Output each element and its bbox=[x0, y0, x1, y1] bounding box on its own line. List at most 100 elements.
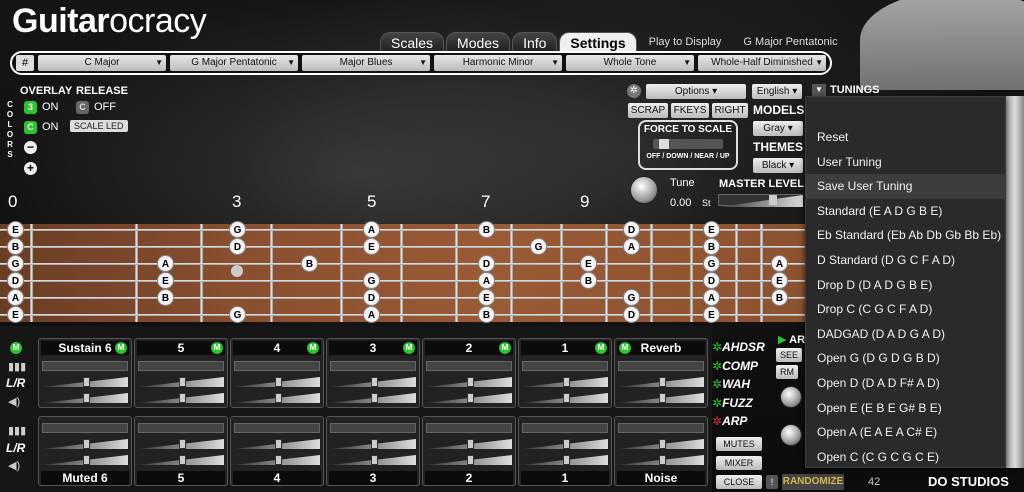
release-toggle-button[interactable]: C bbox=[76, 101, 89, 114]
tab-settings[interactable]: Settings bbox=[559, 32, 637, 52]
note-marker[interactable]: B bbox=[7, 238, 24, 255]
slider-thumb[interactable] bbox=[275, 393, 282, 403]
slider-thumb[interactable] bbox=[769, 195, 777, 205]
note-marker[interactable]: D bbox=[229, 238, 246, 255]
color-toggle-button[interactable]: C bbox=[24, 121, 37, 134]
force-to-scale-slider[interactable] bbox=[653, 139, 723, 149]
note-marker[interactable]: B bbox=[478, 306, 495, 323]
sharp-toggle-button[interactable]: # bbox=[16, 55, 34, 71]
note-marker[interactable]: B bbox=[157, 289, 174, 306]
scale-dropdown-6[interactable]: Whole-Half Diminished ▼ bbox=[698, 55, 826, 71]
language-dropdown[interactable]: English ▾ bbox=[752, 84, 802, 99]
slider-thumb[interactable] bbox=[83, 455, 90, 465]
slider-thumb[interactable] bbox=[659, 377, 666, 387]
slider-thumb[interactable] bbox=[467, 455, 474, 465]
slider-thumb[interactable] bbox=[83, 439, 90, 449]
note-marker[interactable]: B bbox=[301, 255, 318, 272]
fx-comp[interactable]: ✲COMP bbox=[712, 359, 758, 373]
slider-thumb[interactable] bbox=[371, 455, 378, 465]
note-marker[interactable]: A bbox=[771, 255, 788, 272]
note-marker[interactable]: B bbox=[478, 221, 495, 238]
note-marker[interactable]: E bbox=[771, 272, 788, 289]
scale-dropdown-3[interactable]: Major Blues ▼ bbox=[302, 55, 430, 71]
note-marker[interactable]: E bbox=[157, 272, 174, 289]
slider-thumb[interactable] bbox=[179, 455, 186, 465]
note-marker[interactable]: B bbox=[771, 289, 788, 306]
scale-dropdown-5[interactable]: Whole Tone ▼ bbox=[566, 55, 694, 71]
menu-item-drop-d[interactable]: Drop D (D A D G B E) bbox=[806, 273, 1005, 298]
note-marker[interactable]: D bbox=[7, 272, 24, 289]
fretboard[interactable] bbox=[0, 224, 810, 322]
menu-item-user-tuning[interactable]: User Tuning bbox=[806, 150, 1005, 175]
channel-mute-button[interactable]: M bbox=[403, 342, 415, 354]
knob[interactable] bbox=[780, 386, 802, 408]
menu-item-save-user-tuning[interactable]: Save User Tuning bbox=[806, 174, 1005, 199]
note-marker[interactable]: E bbox=[363, 238, 380, 255]
right-button[interactable]: RIGHT bbox=[712, 103, 748, 118]
slider-thumb[interactable] bbox=[83, 377, 90, 387]
slider-thumb[interactable] bbox=[83, 393, 90, 403]
menu-item-d-standard[interactable]: D Standard (D G C F A D) bbox=[806, 248, 1005, 273]
randomize-button[interactable]: RANDOMIZE bbox=[782, 474, 844, 490]
slider-thumb[interactable] bbox=[563, 439, 570, 449]
menu-item-eb-standard[interactable]: Eb Standard (Eb Ab Db Gb Bb Eb) bbox=[806, 223, 1005, 248]
slider-thumb[interactable] bbox=[659, 439, 666, 449]
menu-item-standard[interactable]: Standard (E A D G B E) bbox=[806, 199, 1005, 224]
note-marker[interactable]: A bbox=[363, 306, 380, 323]
note-marker[interactable]: D bbox=[623, 221, 640, 238]
note-marker[interactable]: G bbox=[7, 255, 24, 272]
note-marker[interactable]: G bbox=[703, 255, 720, 272]
options-dropdown[interactable]: Options ▾ bbox=[646, 84, 746, 99]
slider-thumb[interactable] bbox=[275, 377, 282, 387]
note-marker[interactable]: D bbox=[478, 255, 495, 272]
menu-item-open-d[interactable]: Open D (D A D F# A D) bbox=[806, 371, 1005, 396]
slider-thumb[interactable] bbox=[179, 377, 186, 387]
close-button[interactable]: CLOSE bbox=[716, 475, 762, 489]
channel-mute-button[interactable]: M bbox=[499, 342, 511, 354]
rm-button[interactable]: RM bbox=[776, 365, 798, 379]
master-level-slider[interactable] bbox=[718, 194, 803, 207]
tab-info[interactable]: Info bbox=[512, 32, 558, 52]
note-marker[interactable]: E bbox=[703, 221, 720, 238]
fx-wah[interactable]: ✲WAH bbox=[712, 377, 750, 391]
slider-thumb[interactable] bbox=[179, 439, 186, 449]
chevron-down-icon[interactable]: ▼ bbox=[812, 84, 826, 96]
note-marker[interactable]: G bbox=[363, 272, 380, 289]
scale-dropdown-2[interactable]: G Major Pentatonic ▼ bbox=[170, 55, 298, 71]
alert-button[interactable]: ! bbox=[766, 475, 778, 489]
note-marker[interactable]: A bbox=[7, 289, 24, 306]
note-marker[interactable]: A bbox=[157, 255, 174, 272]
note-marker[interactable]: E bbox=[703, 306, 720, 323]
mixer-button[interactable]: MIXER bbox=[716, 456, 762, 470]
scale-dropdown-4[interactable]: Harmonic Minor ▼ bbox=[434, 55, 562, 71]
slider-thumb[interactable] bbox=[563, 377, 570, 387]
note-marker[interactable]: A bbox=[478, 272, 495, 289]
theme-dropdown[interactable]: Black ▾ bbox=[753, 158, 803, 173]
plus-icon[interactable]: + bbox=[24, 162, 37, 175]
channel-mute-button[interactable]: M bbox=[307, 342, 319, 354]
slider-thumb[interactable] bbox=[275, 439, 282, 449]
slider-thumb[interactable] bbox=[659, 139, 669, 149]
menu-item-dadgad[interactable]: DADGAD (D A D G A D) bbox=[806, 322, 1005, 347]
scrap-button[interactable]: SCRAP bbox=[628, 103, 668, 118]
slider-thumb[interactable] bbox=[371, 439, 378, 449]
slider-thumb[interactable] bbox=[275, 455, 282, 465]
menu-item-reset[interactable]: Reset bbox=[806, 125, 1005, 150]
note-marker[interactable]: A bbox=[623, 238, 640, 255]
note-marker[interactable]: B bbox=[580, 272, 597, 289]
tune-knob[interactable] bbox=[630, 176, 658, 204]
note-marker[interactable]: G bbox=[623, 289, 640, 306]
mutes-button[interactable]: MUTES bbox=[716, 437, 762, 451]
fx-fuzz[interactable]: ✲FUZZ bbox=[712, 396, 753, 410]
channel-mute-button[interactable]: M bbox=[115, 342, 127, 354]
note-marker[interactable]: B bbox=[703, 238, 720, 255]
fkeys-button[interactable]: FKEYS bbox=[671, 103, 709, 118]
see-button[interactable]: SEE bbox=[776, 348, 802, 362]
note-marker[interactable]: A bbox=[703, 289, 720, 306]
slider-thumb[interactable] bbox=[371, 393, 378, 403]
note-marker[interactable]: D bbox=[703, 272, 720, 289]
fx-arp[interactable]: ✲ARP bbox=[712, 414, 747, 428]
slider-thumb[interactable] bbox=[467, 439, 474, 449]
slider-thumb[interactable] bbox=[659, 455, 666, 465]
model-dropdown[interactable]: Gray ▾ bbox=[753, 121, 803, 136]
